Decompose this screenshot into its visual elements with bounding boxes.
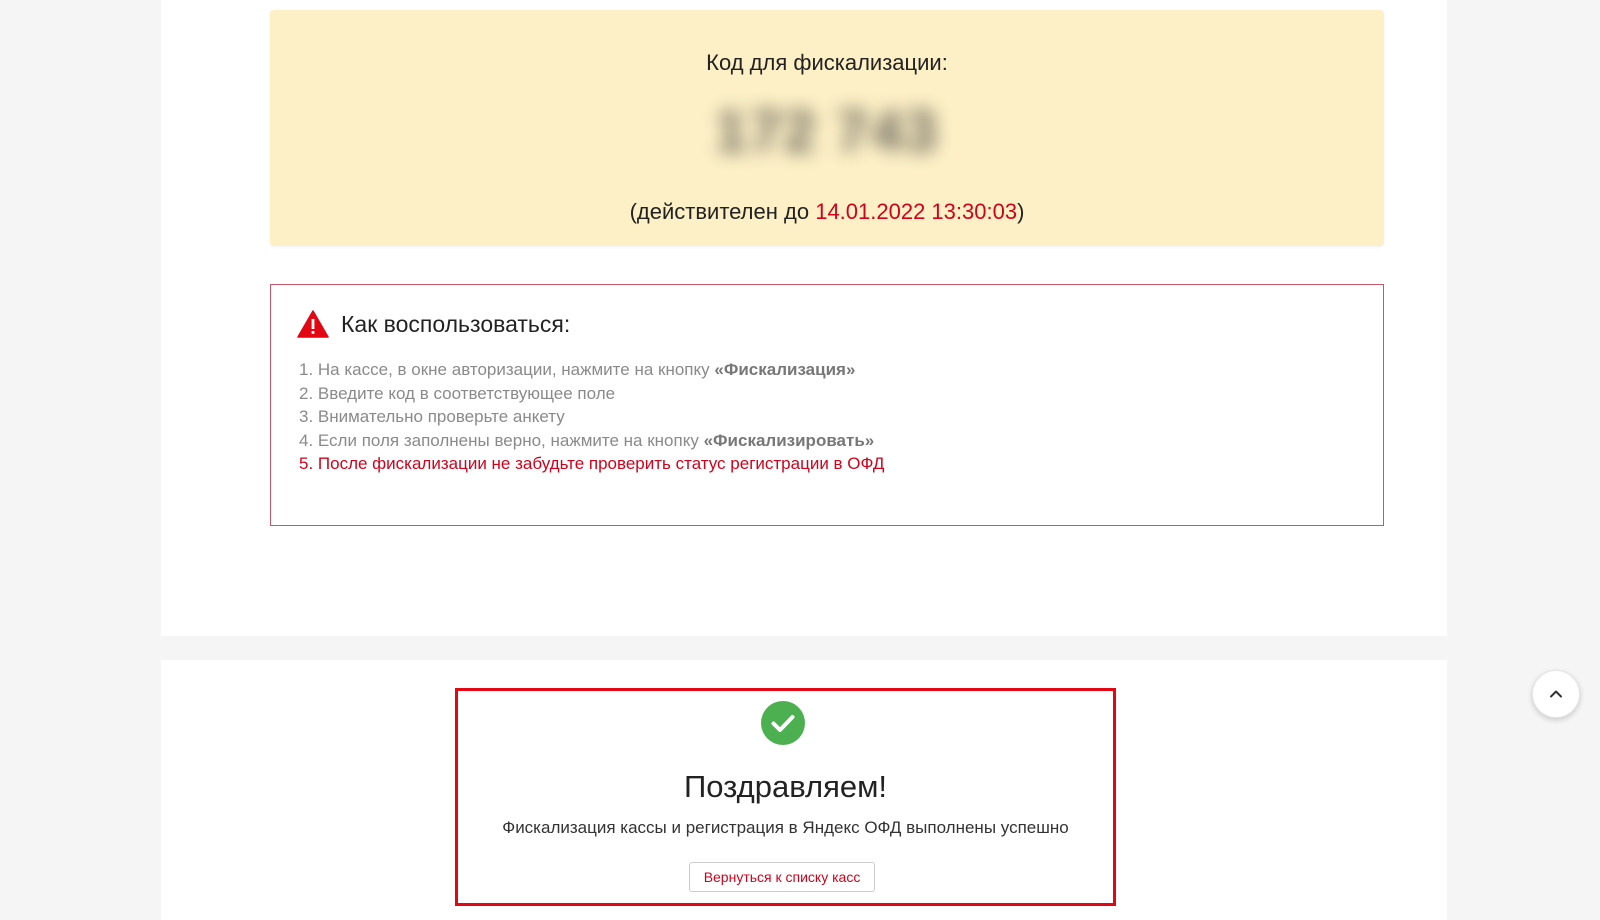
step-item-warning: 5. После фискализации не забудьте провер… (299, 454, 885, 473)
scroll-to-top-button[interactable] (1532, 670, 1580, 718)
how-to-header: Как воспользоваться: (297, 309, 570, 339)
success-box: Поздравляем! Фискализация кассы и регист… (455, 688, 1116, 906)
step-item: 3. Внимательно проверьте анкету (299, 407, 565, 426)
fiscal-code-box: Код для фискализации: 172 743 (действите… (270, 10, 1384, 246)
code-validity: (действителен до 14.01.2022 13:30:03) (270, 199, 1384, 225)
back-to-registers-button[interactable]: Вернуться к списку касс (689, 862, 875, 892)
step-item: 1. На кассе, в окне авторизации, нажмите… (299, 360, 856, 379)
fiscal-code-panel: Код для фискализации: 172 743 (действите… (161, 0, 1447, 636)
how-to-title: Как воспользоваться: (341, 310, 571, 337)
warning-triangle-icon (297, 310, 329, 338)
success-message: Фискализация кассы и регистрация в Яндек… (502, 818, 1069, 837)
fiscal-code-value: 172 743 (715, 99, 939, 164)
code-title: Код для фискализации: (706, 50, 948, 75)
check-circle-icon (761, 701, 805, 745)
how-to-use-box: Как воспользоваться: 1. На кассе, в окне… (270, 284, 1384, 526)
validity-suffix: ) (1017, 199, 1025, 224)
success-title: Поздравляем! (683, 769, 888, 804)
step-item: 2. Введите код в соответствующее поле (299, 383, 616, 403)
validity-date: 14.01.2022 13:30:03 (815, 199, 1018, 224)
chevron-up-icon (1550, 690, 1562, 698)
validity-prefix: (действителен до (629, 199, 816, 224)
how-to-steps: 1. На кассе, в окне авторизации, нажмите… (299, 358, 884, 476)
success-panel: Поздравляем! Фискализация кассы и регист… (161, 660, 1447, 920)
step-item: 4. Если поля заполнены верно, нажмите на… (299, 430, 875, 450)
